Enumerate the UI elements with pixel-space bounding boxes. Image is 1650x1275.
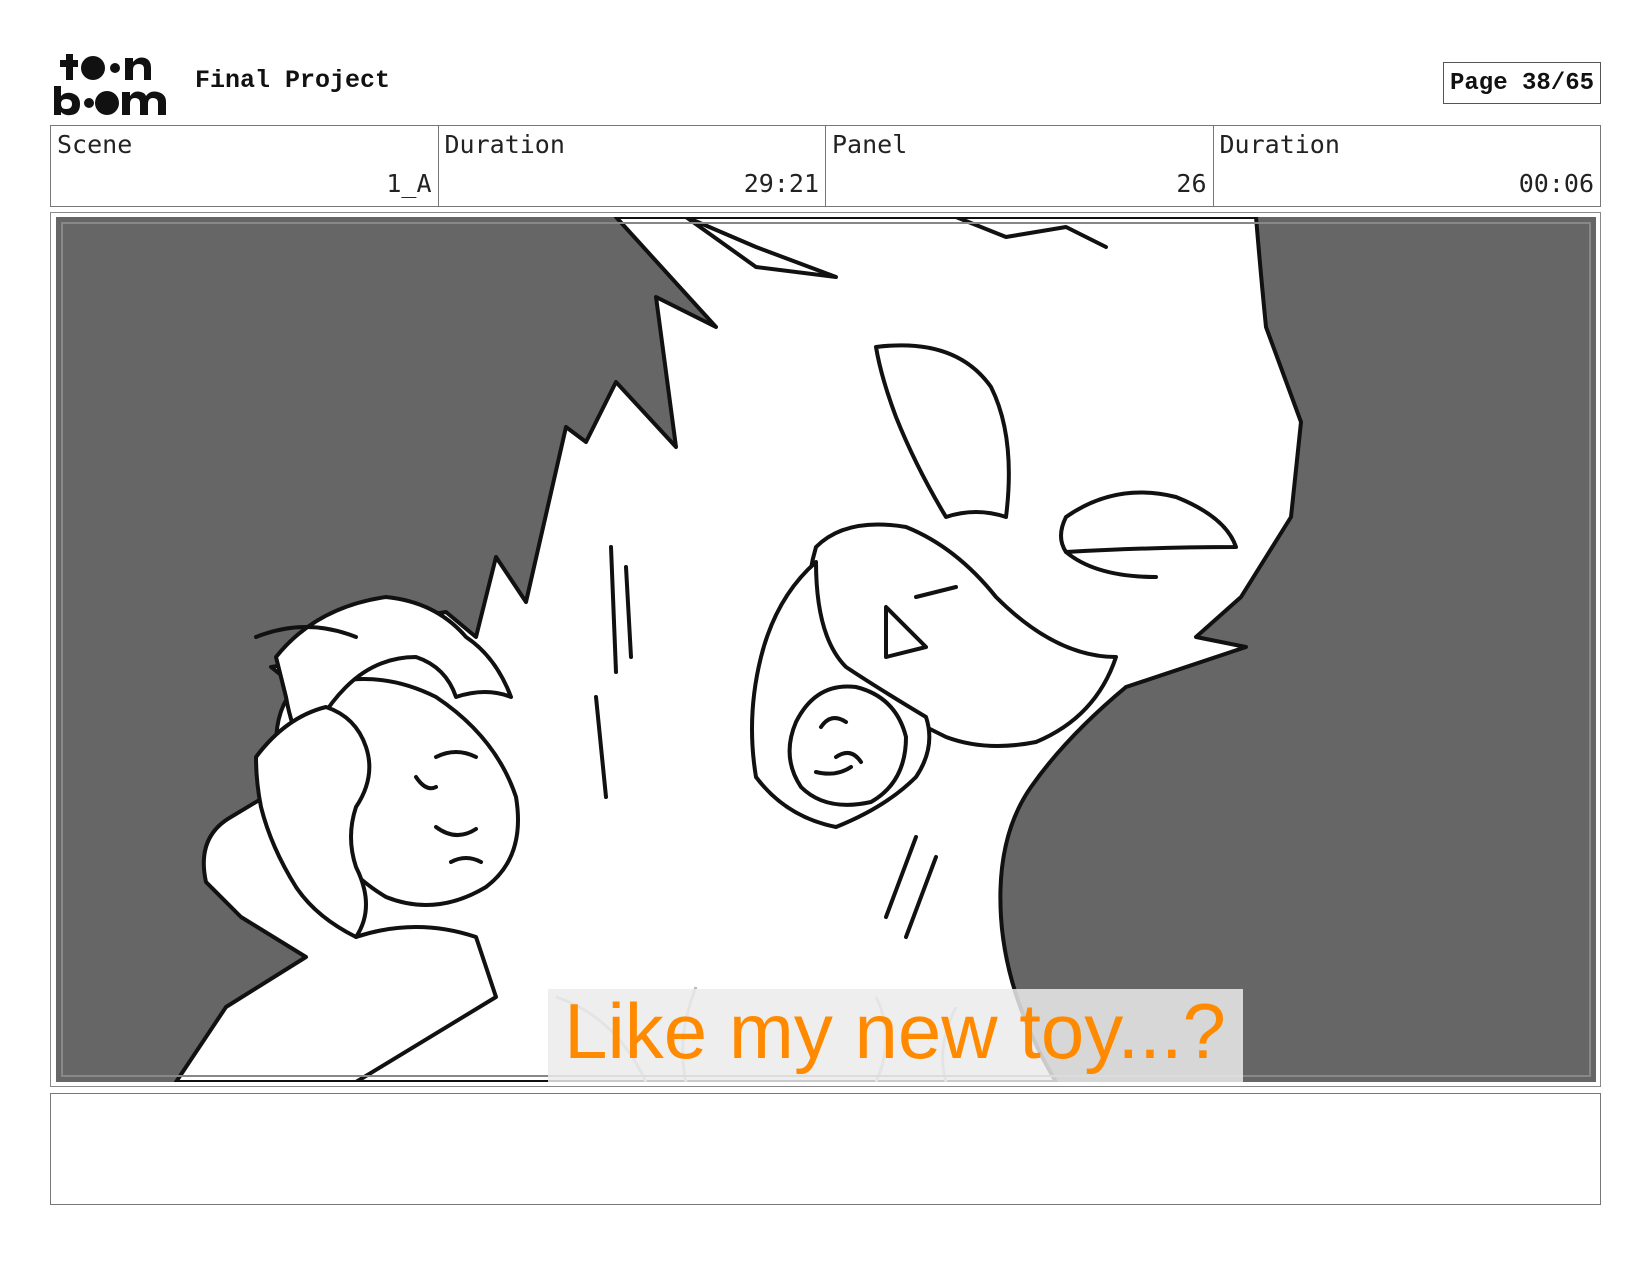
panel-cell: Panel 26	[826, 126, 1214, 206]
project-title: Final Project	[195, 66, 391, 95]
panel-duration-cell: Duration 00:06	[1214, 126, 1601, 206]
panel-label: Panel	[832, 130, 908, 159]
panel-drawing	[174, 217, 1303, 1082]
scene-label: Scene	[57, 130, 133, 159]
panel-notes-box[interactable]	[50, 1093, 1601, 1205]
dialogue-caption: Like my new toy...?	[564, 987, 1226, 1075]
scene-duration-value: 29:21	[743, 169, 819, 198]
panel-info-row: Scene 1_A Duration 29:21 Panel 26 Durati…	[50, 125, 1601, 207]
scene-duration-cell: Duration 29:21	[439, 126, 826, 206]
scene-duration-label: Duration	[444, 130, 565, 159]
scene-value: 1_A	[386, 169, 432, 198]
toon-boom-logo	[54, 54, 166, 116]
scene-cell: Scene 1_A	[51, 126, 439, 206]
panel-duration-label: Duration	[1219, 130, 1340, 159]
panel-duration-value: 00:06	[1518, 169, 1594, 198]
panel-value: 26	[1176, 169, 1207, 198]
page-indicator: Page 38/65	[1443, 62, 1601, 104]
storyboard-panel: Like my new toy...?	[56, 217, 1596, 1082]
